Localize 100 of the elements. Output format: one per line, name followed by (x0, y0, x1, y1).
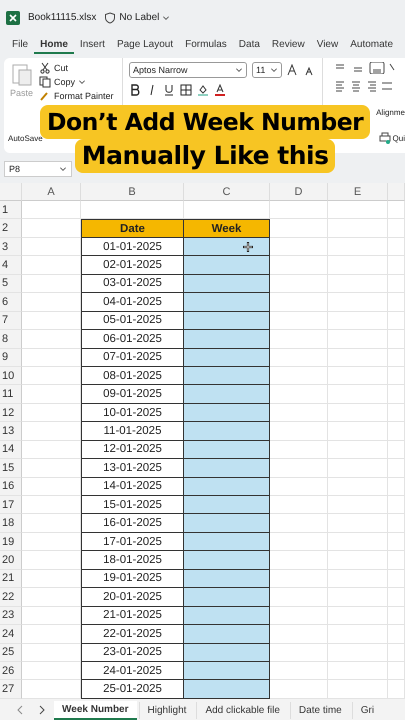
sheet-tab[interactable]: Gri (352, 702, 382, 719)
borders-icon[interactable] (180, 84, 192, 96)
table-cell (388, 606, 405, 626)
format-painter-button[interactable]: Format Painter (39, 90, 114, 102)
table-cell (22, 348, 81, 367)
row-header[interactable]: 21 (0, 570, 22, 588)
table-cell (328, 404, 388, 422)
table-cell (388, 478, 405, 496)
table-cell (328, 496, 388, 514)
font-color-icon[interactable] (214, 84, 226, 96)
row-header[interactable]: 13 (0, 422, 22, 441)
table-cell (328, 422, 388, 441)
row-header[interactable]: 27 (0, 680, 22, 699)
sheet-tab[interactable]: Week Number (54, 700, 137, 720)
row-header[interactable]: 20 (0, 551, 22, 570)
table-cell (328, 532, 388, 552)
row-header[interactable]: 19 (0, 532, 22, 552)
menu-tab[interactable]: Page Layout (110, 36, 180, 54)
menu-tab[interactable]: View (310, 36, 344, 54)
sheet-tab[interactable]: Date time (290, 702, 350, 719)
menu-tab[interactable]: Automate (344, 36, 400, 54)
menu-tab[interactable]: File (6, 36, 34, 54)
row-header[interactable]: 3 (0, 238, 22, 256)
column-header[interactable]: D (270, 183, 328, 201)
sheet-tab[interactable]: Add clickable file (196, 702, 288, 719)
column-header[interactable]: B (81, 183, 184, 201)
row-header[interactable]: 22 (0, 588, 22, 607)
font-size-dropdown[interactable]: 11 (252, 62, 282, 78)
row-header[interactable]: 26 (0, 662, 22, 680)
table-cell (22, 662, 81, 680)
table-header-cell: Week (184, 219, 270, 238)
menu-tab[interactable]: Home (34, 36, 74, 54)
table-cell (388, 330, 405, 348)
row-header[interactable]: 25 (0, 644, 22, 662)
table-cell (388, 570, 405, 588)
row-header[interactable]: 23 (0, 606, 22, 626)
table-cell (270, 625, 328, 644)
copy-icon (39, 76, 52, 88)
chevron-down-icon (162, 14, 170, 22)
cut-button[interactable]: Cut (39, 62, 114, 74)
table-cell (22, 551, 81, 570)
table-cell (328, 551, 388, 570)
row-header[interactable]: 6 (0, 293, 22, 312)
row-header[interactable]: 16 (0, 478, 22, 496)
table-cell (22, 606, 81, 626)
row-header[interactable]: 11 (0, 385, 22, 404)
row-header[interactable]: 18 (0, 514, 22, 533)
table-cell (270, 532, 328, 552)
table-cell (328, 478, 388, 496)
table-cell (22, 256, 81, 275)
chevron-down-icon (270, 66, 278, 74)
column-header[interactable]: E (328, 183, 388, 201)
table-cell (388, 532, 405, 552)
table-cell (328, 274, 388, 294)
table-cell (22, 588, 81, 607)
row-header[interactable]: 15 (0, 459, 22, 478)
table-cell (388, 293, 405, 312)
sheet-tab[interactable]: Highlight (138, 702, 194, 719)
table-header-cell: Date (81, 219, 184, 238)
fill-color-icon[interactable] (197, 84, 209, 96)
row-header[interactable]: 9 (0, 348, 22, 367)
table-cell (22, 644, 81, 662)
copy-button[interactable]: Copy (39, 76, 114, 88)
menu-tab[interactable]: Formulas (179, 36, 233, 54)
row-header[interactable]: 14 (0, 440, 22, 460)
row-header[interactable]: 12 (0, 404, 22, 422)
row-header[interactable]: 24 (0, 625, 22, 644)
table-cell (388, 625, 405, 644)
table-cell (388, 644, 405, 662)
menu-tab[interactable]: Insert (74, 36, 111, 54)
row-header[interactable]: 5 (0, 274, 22, 294)
column-header[interactable]: A (22, 183, 81, 201)
table-cell (22, 459, 81, 478)
row-header[interactable]: 10 (0, 366, 22, 386)
table-cell (328, 440, 388, 460)
font-name-dropdown[interactable]: Aptos Narrow (129, 62, 247, 78)
column-header[interactable]: C (184, 183, 270, 201)
table-cell (388, 274, 405, 294)
underline-icon[interactable] (163, 84, 175, 96)
menu-tab[interactable]: Review (266, 36, 311, 54)
quick-print-button[interactable]: Qui (378, 132, 405, 144)
sensitivity-label[interactable]: No Label (104, 12, 170, 24)
table-cell (270, 312, 328, 330)
name-box[interactable]: P8 (4, 161, 72, 177)
row-header[interactable]: 17 (0, 496, 22, 514)
table-cell (328, 219, 388, 238)
row-header[interactable]: 2 (0, 219, 22, 238)
autosave-label: AutoSave (8, 134, 43, 143)
table-cell (388, 440, 405, 460)
bold-icon[interactable] (129, 84, 141, 96)
row-header[interactable]: 1 (0, 201, 22, 220)
table-cell (388, 385, 405, 404)
table-cell (388, 662, 405, 680)
increase-font-icon[interactable] (287, 64, 299, 76)
row-header[interactable]: 4 (0, 256, 22, 275)
table-cell (270, 478, 328, 496)
row-header[interactable]: 8 (0, 330, 22, 348)
table-cell (22, 440, 81, 460)
menu-tab[interactable]: Data (232, 36, 266, 54)
row-header[interactable]: 7 (0, 312, 22, 330)
